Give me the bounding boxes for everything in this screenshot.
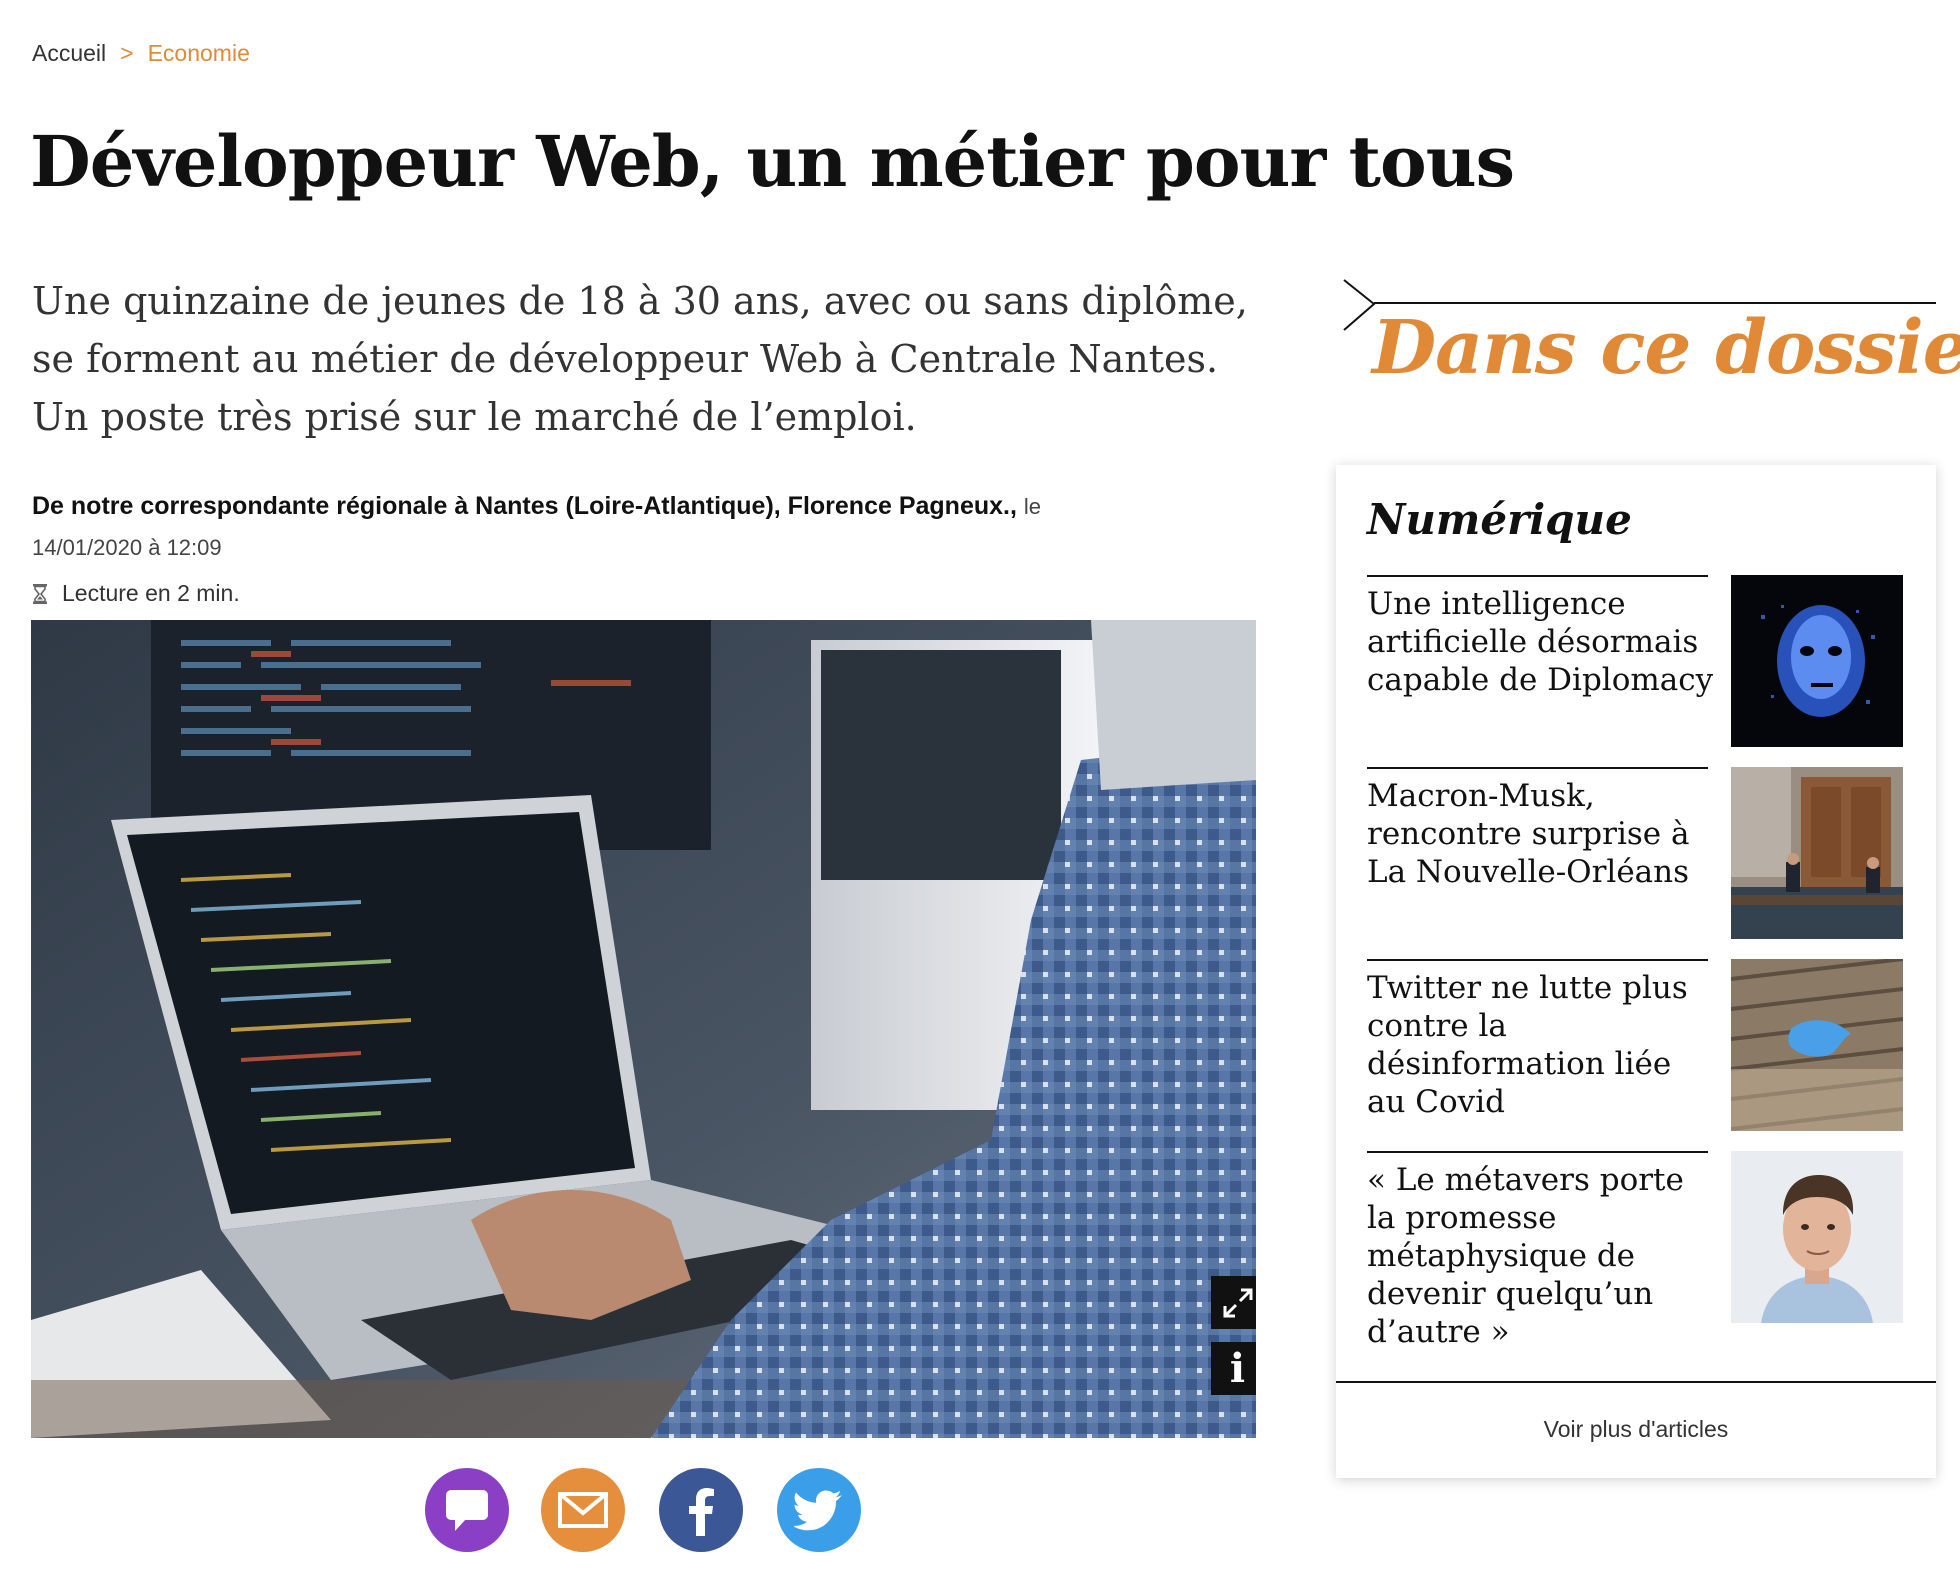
dossier-item-thumbnail[interactable]: [1731, 1151, 1903, 1323]
hourglass-icon: [33, 583, 47, 604]
date-prefix: le: [1023, 494, 1041, 519]
share-email-button[interactable]: [541, 1468, 625, 1552]
reading-time-label: Lecture en 2 min.: [62, 580, 240, 606]
dossier-item[interactable]: Macron-Musk, rencontre surprise à La Nou…: [1367, 767, 1905, 939]
reading-time: Lecture en 2 min.: [32, 580, 240, 607]
see-more-articles-link[interactable]: Voir plus d'articles: [1336, 1397, 1936, 1461]
dossier-item[interactable]: « Le métavers porte la promesse métaphys…: [1367, 1151, 1905, 1351]
dossier-item-thumbnail[interactable]: [1731, 767, 1903, 939]
envelope-icon: [558, 1492, 608, 1528]
ai-face-image: [1731, 575, 1903, 747]
expand-image-button[interactable]: [1211, 1276, 1256, 1329]
dossier-divider: [1374, 302, 1936, 304]
portrait-image: [1731, 1151, 1903, 1323]
image-info-button[interactable]: i: [1211, 1342, 1256, 1395]
meeting-room-image: [1731, 767, 1903, 939]
item-divider: [1367, 767, 1708, 769]
card-divider: [1336, 1381, 1936, 1383]
dossier-section-title[interactable]: Numérique: [1367, 495, 1632, 544]
twitter-icon: [794, 1490, 842, 1531]
facebook-icon: [689, 1488, 714, 1536]
dossier-item-title[interactable]: Twitter ne lutte plus contre la désinfor…: [1367, 969, 1717, 1121]
article-title: Développeur Web, un métier pour tous: [30, 120, 1515, 203]
comment-icon: [446, 1490, 488, 1531]
dossier-item[interactable]: Une intelligence artificielle désormais …: [1367, 575, 1905, 747]
dossier-item[interactable]: Twitter ne lutte plus contre la désinfor…: [1367, 959, 1905, 1131]
dossier-item-title[interactable]: « Le métavers porte la promesse métaphys…: [1367, 1161, 1717, 1351]
info-icon: i: [1229, 1345, 1246, 1392]
expand-icon: [1223, 1288, 1252, 1317]
breadcrumb: Accueil > Economie: [32, 40, 250, 67]
dossier-item-thumbnail[interactable]: [1731, 959, 1903, 1131]
byline: De notre correspondante régionale à Nant…: [32, 486, 1172, 568]
dossier-item-title[interactable]: Macron-Musk, rencontre surprise à La Nou…: [1367, 777, 1717, 891]
item-divider: [1367, 959, 1708, 961]
breadcrumb-current-link[interactable]: Economie: [148, 40, 250, 66]
dossier-heading: Dans ce dossier: [1372, 305, 1960, 391]
article-lead: Une quinzaine de jeunes de 18 à 30 ans, …: [32, 279, 1248, 439]
breadcrumb-home-link[interactable]: Accueil: [32, 40, 106, 66]
item-divider: [1367, 575, 1708, 577]
author: De notre correspondante régionale à Nant…: [32, 492, 1017, 520]
publish-date: 14/01/2020 à 12:09: [32, 535, 222, 560]
breadcrumb-separator: >: [120, 40, 134, 66]
laptop-photo: [31, 620, 1256, 1438]
dossier-item-title[interactable]: Une intelligence artificielle désormais …: [1367, 585, 1717, 699]
share-comment-button[interactable]: [425, 1468, 509, 1552]
dossier-card: Numérique Une intelligence artificielle …: [1336, 465, 1936, 1478]
share-twitter-button[interactable]: [777, 1468, 861, 1552]
twitter-sign-image: [1731, 959, 1903, 1131]
dossier-item-thumbnail[interactable]: [1731, 575, 1903, 747]
item-divider: [1367, 1151, 1708, 1153]
article-hero-image: i: [31, 620, 1256, 1438]
share-facebook-button[interactable]: [659, 1468, 743, 1552]
